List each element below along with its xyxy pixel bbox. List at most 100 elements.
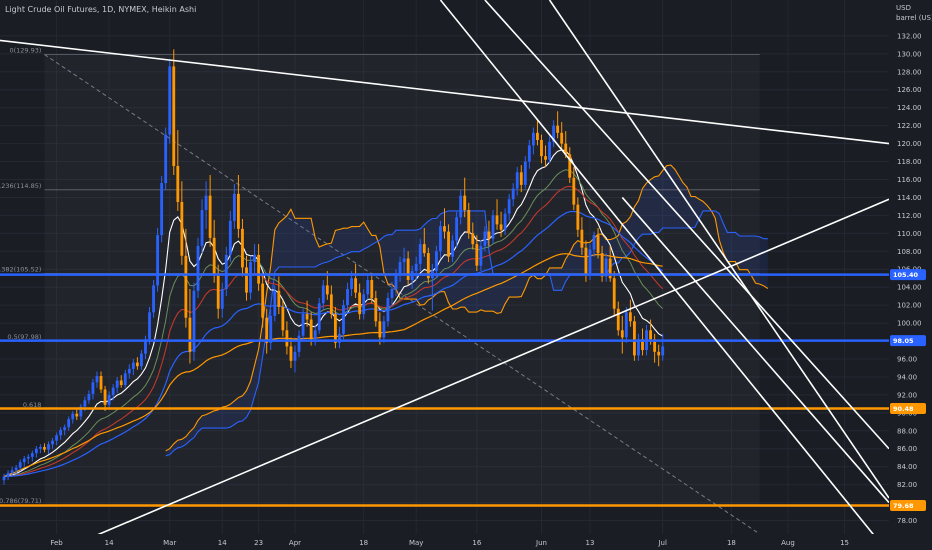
candle-body <box>592 235 596 250</box>
candle-body <box>479 245 483 266</box>
fib-level-label: 0.786(79.71) <box>0 497 41 505</box>
time-tick-label: 18 <box>359 539 368 547</box>
currency-label: USD <box>896 4 911 12</box>
candle <box>624 306 628 343</box>
candle-body <box>43 446 46 450</box>
candle-body <box>285 330 289 347</box>
price-tick-label: 82.00 <box>897 481 917 489</box>
price-tick-label: 126.00 <box>897 86 922 94</box>
candle-body <box>443 226 446 232</box>
candle-body <box>26 456 30 459</box>
candle-body <box>346 288 349 306</box>
price-tick-label: 102.00 <box>897 302 922 310</box>
candle <box>148 306 151 345</box>
candle-body <box>135 362 139 367</box>
candle-body <box>390 288 394 298</box>
candle-body <box>414 263 418 272</box>
candle-body <box>451 240 454 257</box>
candle-body <box>406 258 410 281</box>
candle-body <box>475 244 479 266</box>
time-tick-label: 18 <box>727 539 736 547</box>
candle-body <box>439 226 442 252</box>
candle-body <box>103 389 107 405</box>
candle-body <box>418 244 422 264</box>
candle-body <box>536 132 539 141</box>
price-tag-label: 105.40 <box>893 271 919 279</box>
candle-body <box>47 444 50 450</box>
candle-body <box>633 321 636 356</box>
candle-body <box>148 312 151 340</box>
candle-body <box>402 258 406 263</box>
candle-body <box>293 351 297 361</box>
candle-body <box>10 470 14 473</box>
price-tick-label: 114.00 <box>897 194 922 202</box>
candle <box>273 285 277 322</box>
candle-body <box>305 314 309 320</box>
candle-body <box>140 353 143 367</box>
candle-body <box>245 267 248 293</box>
time-axis-background <box>0 534 889 550</box>
time-tick-label: Mar <box>163 539 176 547</box>
candle-body <box>87 393 91 401</box>
price-tick-label: 112.00 <box>897 212 922 220</box>
time-tick-label: 14 <box>105 539 114 547</box>
candle <box>168 59 172 144</box>
candle <box>156 227 160 292</box>
time-tick-label: 16 <box>472 539 481 547</box>
candle-body <box>107 394 111 405</box>
time-tick-label: 15 <box>840 539 849 547</box>
candle-body <box>358 292 362 315</box>
candle <box>633 315 636 361</box>
price-chart[interactable]: 0(129.93)0.236(114.85)0.382(105.52)0.5(9… <box>0 0 932 550</box>
candle-body <box>572 177 576 205</box>
candle-body <box>241 228 244 268</box>
price-tick-label: 122.00 <box>897 122 922 130</box>
candle-body <box>507 199 511 214</box>
candle-body <box>649 330 653 340</box>
candle-body <box>378 321 382 338</box>
candle <box>342 299 345 340</box>
candle <box>196 237 200 298</box>
candle-body <box>99 376 103 390</box>
candle-body <box>2 476 6 481</box>
time-tick-label: Jul <box>657 539 667 547</box>
candle-body <box>212 237 216 274</box>
candle-body <box>220 288 224 309</box>
price-tick-label: 132.00 <box>897 32 922 40</box>
candle-body <box>277 290 281 307</box>
price-tick-label: 116.00 <box>897 176 922 184</box>
candle-body <box>483 231 487 246</box>
candle-body <box>75 413 79 417</box>
price-tick-label: 92.00 <box>897 391 917 399</box>
candle-body <box>6 472 10 477</box>
candle-body <box>471 233 475 245</box>
candle-body <box>289 346 293 361</box>
time-tick-label: Feb <box>50 539 63 547</box>
candle <box>192 282 196 361</box>
candle-body <box>398 262 402 275</box>
candle-body <box>362 294 366 315</box>
candle-body <box>354 278 358 293</box>
time-tick-label: Aug <box>781 539 795 547</box>
candle-body <box>342 305 345 334</box>
time-tick-label: May <box>409 539 423 547</box>
candle-body <box>394 274 398 289</box>
candle-body <box>459 195 463 218</box>
candle-body <box>253 254 256 263</box>
candle-body <box>281 306 285 331</box>
candle-body <box>422 244 426 254</box>
price-tick-label: 100.00 <box>897 320 922 328</box>
candle-body <box>95 376 99 383</box>
candle-body <box>560 132 564 144</box>
chart-title: Light Crude Oil Futures, 1D, NYMEX, Heik… <box>5 5 196 14</box>
candle-body <box>313 330 317 340</box>
candle-body <box>628 312 632 322</box>
candle-body <box>269 315 273 343</box>
candle-body <box>350 278 353 289</box>
candle-body <box>366 280 370 295</box>
candle-body <box>600 253 604 277</box>
candle-body <box>131 362 135 369</box>
candle-body <box>232 193 236 221</box>
candle-body <box>301 314 305 336</box>
candle-body <box>556 125 560 133</box>
